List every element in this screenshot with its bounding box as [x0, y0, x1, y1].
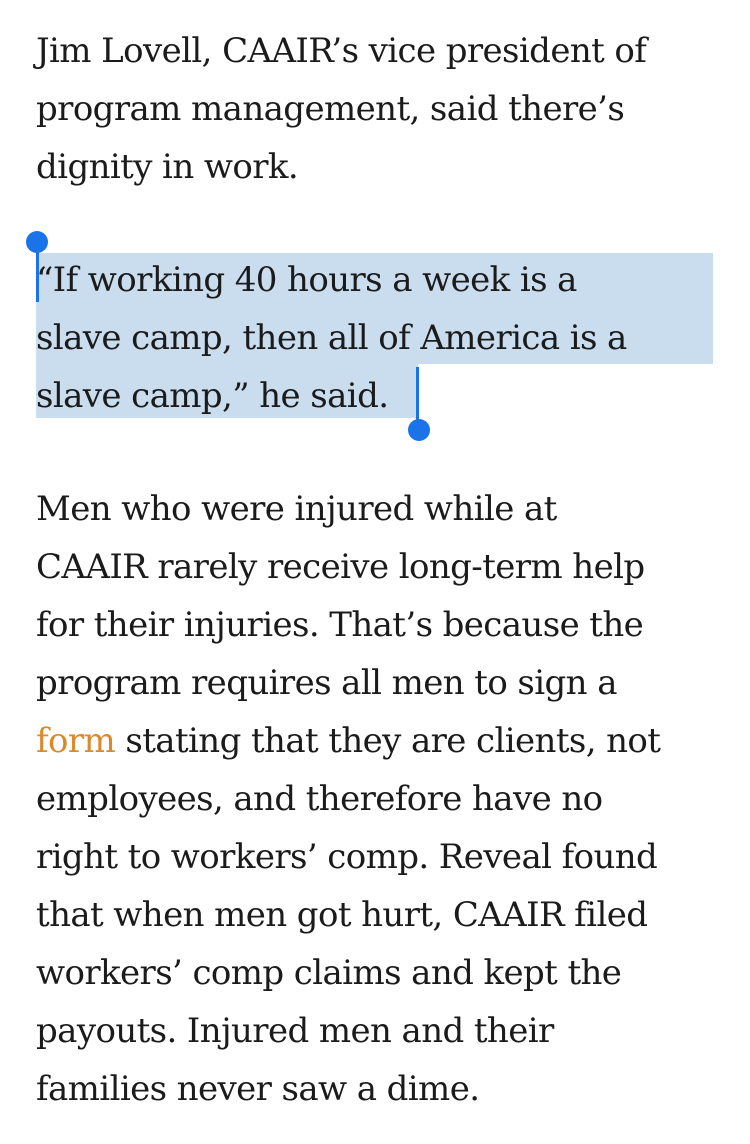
text-line: dignity in work.: [36, 147, 299, 187]
text-fragment: stating that they are clients, not: [115, 721, 661, 761]
text-line: workers’ comp claims and kept the: [36, 953, 622, 993]
text-line: for their injuries. That’s because the: [36, 605, 644, 645]
text-line: right to workers’ comp. Reveal found: [36, 837, 658, 877]
paragraph: Jim Lovell, CAAIR’s vice president of pr…: [36, 22, 726, 196]
selection-end-handle[interactable]: [408, 419, 430, 441]
text-line: program requires all men to sign a: [36, 663, 617, 703]
text-line: slave camp,” he said.: [36, 376, 389, 416]
selection-end-handle-bar[interactable]: [416, 367, 419, 425]
text-line: “If working 40 hours a week is a: [36, 260, 577, 300]
text-line: payouts. Injured men and their: [36, 1011, 554, 1051]
selected-quote-paragraph[interactable]: “If working 40 hours a week is a slave c…: [36, 251, 726, 425]
paragraph: Men who were injured while at CAAIR rare…: [36, 480, 726, 1118]
text-line: form stating that they are clients, not: [36, 712, 726, 770]
form-link[interactable]: form: [36, 721, 116, 761]
text-line: CAAIR rarely receive long-term help: [36, 547, 645, 587]
text-line: that when men got hurt, CAAIR filed: [36, 895, 648, 935]
text-line: families never saw a dime.: [36, 1069, 480, 1109]
text-line: slave camp, then all of America is a: [36, 318, 627, 358]
selection-start-handle[interactable]: [26, 231, 48, 253]
text-line: Men who were injured while at: [36, 489, 557, 529]
text-line: Jim Lovell, CAAIR’s vice president of: [36, 31, 647, 71]
text-line: program management, said there’s: [36, 89, 625, 129]
text-line: employees, and therefore have no: [36, 779, 603, 819]
